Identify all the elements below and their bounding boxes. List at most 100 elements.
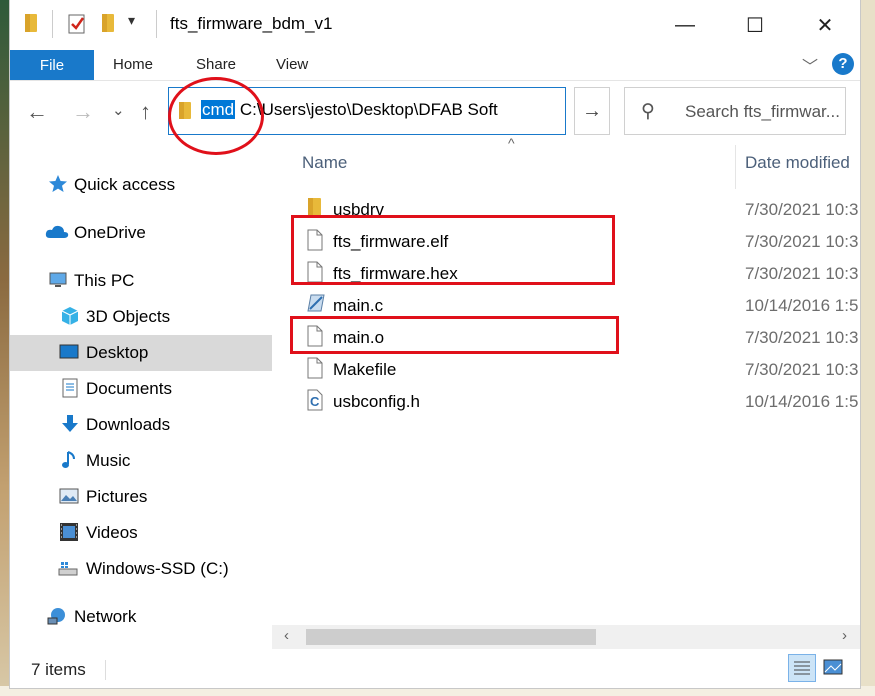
new-folder-icon[interactable] [100, 12, 118, 34]
c-header-icon: C [307, 389, 323, 411]
ribbon: File Home Share View ﹀ ? [10, 50, 860, 81]
maximize-button[interactable]: ☐ [720, 0, 790, 50]
file-date: 10/14/2016 1:5 [745, 392, 859, 411]
sidebar-item-label: Quick access [74, 175, 176, 194]
file-date: 10/14/2016 1:5 [745, 296, 859, 315]
recent-locations-button[interactable]: ⌄ [112, 101, 125, 119]
file-row-makefile[interactable]: Makefile 7/30/2021 10:3 [272, 351, 860, 383]
desktop-background-strip [0, 0, 10, 696]
tab-file[interactable]: File [10, 50, 94, 80]
sidebar-item-label: Videos [86, 523, 138, 542]
scroll-left-icon[interactable]: ‹ [284, 627, 289, 644]
file-icon [307, 357, 323, 379]
folder-icon [25, 14, 37, 32]
sidebar-item-label: Downloads [86, 415, 171, 434]
minimize-icon: — [675, 13, 695, 36]
large-icons-view-icon[interactable] [820, 654, 846, 680]
details-view-icon[interactable] [788, 654, 816, 682]
sidebar-item-desktop[interactable]: Desktop [10, 335, 272, 371]
file-row-usbconfig-h[interactable]: C usbconfig.h 10/14/2016 1:5 [272, 383, 860, 415]
file-name: usbconfig.h [333, 392, 420, 411]
scrollbar-thumb[interactable] [306, 629, 596, 645]
tab-view[interactable]: View [276, 56, 308, 73]
desktop-icon [59, 344, 79, 359]
sidebar-item-onedrive[interactable]: OneDrive [10, 215, 272, 249]
file-date: 7/30/2021 10:3 [745, 232, 859, 251]
annotation-box-firmware-files [291, 215, 615, 285]
cube-icon [61, 307, 79, 325]
sidebar-item-label: Network [74, 607, 137, 626]
file-name: Makefile [333, 360, 397, 379]
horizontal-scrollbar[interactable]: ‹ › [272, 625, 860, 649]
sidebar-item-3d-objects[interactable]: 3D Objects [10, 299, 272, 333]
file-date: 7/30/2021 10:3 [745, 264, 859, 283]
tab-home[interactable]: Home [113, 56, 153, 73]
sidebar-item-label: OneDrive [74, 223, 146, 242]
search-box[interactable]: ⚲ Search fts_firmwar... [624, 87, 846, 135]
address-path-text: C:\Users\jesto\Desktop\DFAB Soft [235, 100, 498, 119]
sidebar-item-label: Pictures [86, 487, 148, 506]
search-input[interactable]: Search fts_firmwar... [685, 102, 840, 122]
column-divider[interactable] [735, 145, 736, 189]
minimize-button[interactable]: — [650, 0, 720, 50]
drive-icon [58, 562, 78, 576]
close-icon: ✕ [816, 14, 834, 37]
sidebar-item-label: Documents [86, 379, 172, 398]
tab-share[interactable]: Share [196, 56, 236, 73]
sidebar-item-documents[interactable]: Documents [10, 371, 272, 405]
go-button[interactable]: → [574, 87, 610, 135]
sidebar-item-label: Desktop [86, 343, 149, 362]
navigation-pane: Quick access OneDrive This PC 3D Objects… [10, 145, 272, 655]
computer-icon [49, 272, 67, 287]
file-date: 7/30/2021 10:3 [745, 200, 859, 219]
back-button[interactable]: ← [26, 99, 48, 125]
file-date: 7/30/2021 10:3 [745, 360, 859, 379]
sidebar-item-label: 3D Objects [86, 307, 171, 326]
explorer-window: ▾ fts_firmware_bdm_v1 — ☐ ✕ File Home Sh… [10, 0, 860, 688]
sidebar-item-music[interactable]: Music [10, 443, 272, 477]
sidebar-item-downloads[interactable]: Downloads [10, 407, 272, 441]
close-button[interactable]: ✕ [790, 0, 860, 50]
annotation-box-main-o [290, 316, 619, 354]
help-icon[interactable]: ? [832, 53, 854, 75]
window-title: fts_firmware_bdm_v1 [170, 14, 333, 33]
star-icon [49, 175, 67, 192]
navigation-bar: ← → ⌄ ↑ cmd C:\Users\jesto\Desktop\DFAB … [10, 81, 860, 145]
sidebar-item-windows-ssd[interactable]: Windows-SSD (C:) [10, 551, 272, 585]
sidebar-item-videos[interactable]: Videos [10, 515, 272, 549]
svg-text:C: C [310, 394, 320, 409]
file-row-main-c[interactable]: main.c 10/14/2016 1:5 [272, 287, 860, 319]
qat-dropdown-icon[interactable]: ▾ [128, 12, 135, 29]
up-button[interactable]: ↑ [140, 99, 151, 125]
network-icon [47, 608, 65, 625]
qat-divider [52, 10, 53, 38]
cloud-icon [45, 225, 69, 238]
properties-check-icon[interactable] [66, 12, 88, 36]
title-bar: ▾ fts_firmware_bdm_v1 — ☐ ✕ [10, 0, 860, 50]
music-icon [62, 451, 75, 468]
expand-ribbon-icon[interactable]: ﹀ [802, 53, 818, 77]
folder-icon [308, 198, 321, 216]
file-name: main.c [333, 296, 384, 315]
file-date: 7/30/2021 10:3 [745, 328, 859, 347]
sort-ascending-icon: ^ [508, 135, 515, 151]
search-icon: ⚲ [641, 101, 655, 122]
sidebar-item-this-pc[interactable]: This PC [10, 263, 272, 297]
status-bar: 7 items [10, 652, 860, 688]
status-divider [105, 660, 106, 680]
column-header-name[interactable]: Name [302, 153, 347, 173]
annotation-circle [168, 77, 264, 155]
pictures-icon [59, 488, 79, 504]
item-count: 7 items [31, 660, 86, 679]
document-icon [62, 378, 78, 398]
forward-button[interactable]: → [72, 99, 94, 125]
sidebar-item-pictures[interactable]: Pictures [10, 479, 272, 513]
title-divider [156, 10, 157, 38]
maximize-icon: ☐ [746, 14, 764, 37]
download-icon [62, 415, 78, 432]
sidebar-item-quick-access[interactable]: Quick access [10, 167, 272, 201]
scroll-right-icon[interactable]: › [842, 627, 847, 644]
videos-icon [60, 523, 78, 541]
column-header-date-modified[interactable]: Date modified [745, 153, 850, 173]
sidebar-item-network[interactable]: Network [10, 599, 272, 633]
